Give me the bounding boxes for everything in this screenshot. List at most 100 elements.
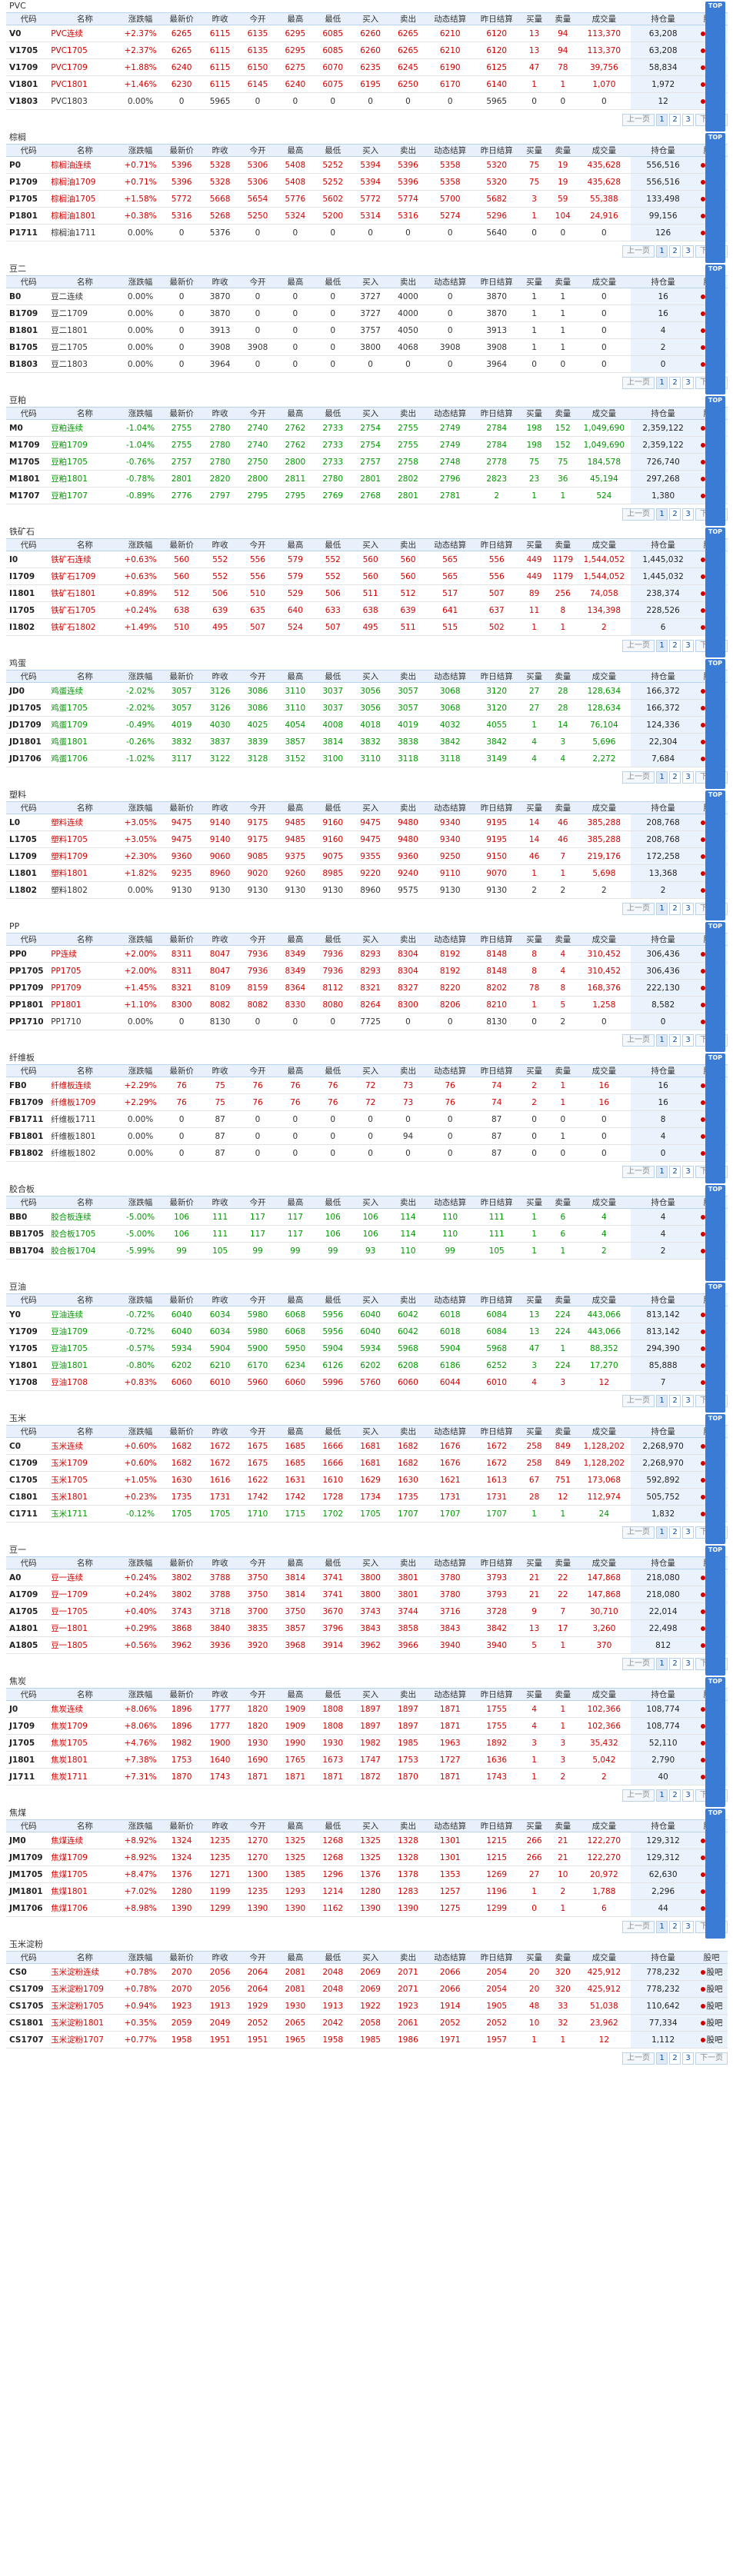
contract-name-link[interactable]: 豆一1805 (51, 1636, 119, 1654)
page-3-button[interactable]: 3 (682, 640, 694, 652)
prev-page-button[interactable]: 上一页 (622, 2052, 655, 2065)
table-row[interactable]: FB1709 纤维板1709 +2.29% 76 75 76 76 76 72 73 76 74 2 1 1… (6, 1093, 728, 1111)
back-to-top-button[interactable]: TOP (705, 1677, 725, 1807)
contract-code[interactable]: CS0 (6, 1963, 52, 1981)
contract-code[interactable]: JD1706 (6, 750, 52, 767)
contract-code[interactable]: B1803 (6, 355, 52, 373)
contract-code[interactable]: J0 (6, 1700, 52, 1718)
table-row[interactable]: JD1801 鸡蛋1801 -0.26% 3832 3837 3839 3857 3814 38… (6, 733, 728, 751)
page-2-button[interactable]: 2 (669, 1526, 681, 1539)
table-row[interactable]: C1711 玉米1711 -0.12% 1705 1705 1710 1715 1702 170… (6, 1505, 728, 1523)
contract-name-link[interactable]: 棕榈油1801 (51, 207, 119, 225)
contract-code[interactable]: B0 (6, 288, 52, 305)
prev-page-button[interactable]: 上一页 (622, 1658, 655, 1670)
table-row[interactable]: PP1710PP17100.00%0813000077250081300200股… (6, 1013, 728, 1030)
contract-name-link[interactable]: PVC连续 (51, 25, 119, 42)
prev-page-button[interactable]: 上一页 (622, 377, 655, 389)
page-3-button[interactable]: 3 (682, 903, 694, 915)
contract-code[interactable]: I0 (6, 551, 52, 568)
contract-code[interactable]: L1705 (6, 830, 52, 848)
contract-code[interactable]: FB0 (6, 1077, 52, 1094)
page-2-button[interactable]: 2 (669, 771, 681, 784)
contract-code[interactable]: P1801 (6, 207, 52, 225)
table-row[interactable]: P1705 棕榈油1705 +1.58% 5772 5668 5654 5776 5602 57… (6, 190, 728, 208)
contract-name-link[interactable]: 焦煤1706 (51, 1899, 119, 1917)
contract-code[interactable]: CS1709 (6, 1980, 52, 1998)
page-3-button[interactable]: 3 (682, 1789, 694, 1802)
contract-name-link[interactable]: 纤维板1801 (51, 1127, 119, 1145)
table-row[interactable]: JD1709 鸡蛋1709 -0.49% 4019 4030 4025 4054 4008 40… (6, 716, 728, 734)
table-row[interactable]: J1709 焦炭1709 +8.06% 1896 1777 1820 1909 1808 189… (6, 1717, 728, 1735)
table-row[interactable]: I1705 铁矿石1705 +0.24% 638 639 635 640 633 638 639 6… (6, 601, 728, 619)
contract-name-link[interactable]: 铁矿石1801 (51, 584, 119, 602)
contract-code[interactable]: J1709 (6, 1717, 52, 1735)
contract-name-link[interactable]: 豆一连续 (51, 1569, 119, 1586)
table-row[interactable]: CS1705 玉米淀粉1705 +0.94% 1923 1913 1929 1930 1913… (6, 1997, 728, 2015)
page-2-button[interactable]: 2 (669, 1034, 681, 1047)
contract-code[interactable]: JD1705 (6, 699, 52, 717)
table-row[interactable]: CS1707 玉米淀粉1707 +0.77% 1958 1951 1951 1965 1958… (6, 2031, 728, 2048)
guba-link[interactable]: 股吧 (695, 1980, 728, 1998)
contract-code[interactable]: JM0 (6, 1832, 52, 1849)
table-row[interactable]: A1709 豆一1709 +0.24% 3802 3788 3750 3814 3741 380… (6, 1586, 728, 1603)
table-row[interactable]: Y1705 豆油1705 -0.57% 5934 5904 5900 5950 5904 593… (6, 1340, 728, 1357)
prev-page-button[interactable]: 上一页 (622, 1526, 655, 1539)
page-1-button[interactable]: 1 (656, 1034, 668, 1047)
table-row[interactable]: A1805 豆一1805 +0.56% 3962 3936 3920 3968 3914 396… (6, 1636, 728, 1654)
contract-code[interactable]: JD1801 (6, 733, 52, 751)
contract-code[interactable]: A1709 (6, 1586, 52, 1603)
guba-link[interactable]: 股吧 (695, 2014, 728, 2032)
contract-name-link[interactable]: 棕榈油1711 (51, 224, 119, 241)
contract-name-link[interactable]: PP1710 (51, 1013, 119, 1030)
page-1-button[interactable]: 1 (656, 640, 668, 652)
prev-page-button[interactable]: 上一页 (622, 640, 655, 652)
table-row[interactable]: V1803PVC18030.00%05965000000596500012股吧 (6, 92, 728, 110)
contract-name-link[interactable]: 焦炭1801 (51, 1751, 119, 1769)
prev-page-button[interactable]: 上一页 (622, 771, 655, 784)
table-row[interactable]: J1801 焦炭1801 +7.38% 1753 1640 1690 1765 1673 174… (6, 1751, 728, 1769)
contract-name-link[interactable]: 玉米1711 (51, 1505, 119, 1523)
contract-name-link[interactable]: 棕榈油1705 (51, 190, 119, 208)
contract-code[interactable]: Y1705 (6, 1340, 52, 1357)
contract-name-link[interactable]: 玉米淀粉1707 (51, 2031, 119, 2048)
table-row[interactable]: FB0纤维板连续+2.29%767576767672737674211616股吧 (6, 1077, 728, 1094)
contract-name-link[interactable]: 豆油连续 (51, 1306, 119, 1323)
table-row[interactable]: B1803豆二18030.00%0396400000039640000股吧 (6, 355, 728, 373)
contract-code[interactable]: M0 (6, 419, 52, 437)
table-row[interactable]: BB1705 胶合板1705 -5.00% 106 111 117 117 106 106 114… (6, 1225, 728, 1243)
contract-code[interactable]: C1709 (6, 1454, 52, 1472)
page-1-button[interactable]: 1 (656, 1526, 668, 1539)
contract-name-link[interactable]: 焦煤1801 (51, 1882, 119, 1900)
contract-name-link[interactable]: 豆二1801 (51, 321, 119, 339)
table-row[interactable]: JM1705 焦煤1705 +8.47% 1376 1271 1300 1385 1296 13… (6, 1865, 728, 1883)
back-to-top-button[interactable]: TOP (705, 528, 725, 657)
contract-name-link[interactable]: PP1801 (51, 996, 119, 1013)
contract-name-link[interactable]: 豆粕1801 (51, 470, 119, 488)
table-row[interactable]: PP1709 PP1709 +1.45% 8321 8109 8159 8364 8112 83… (6, 979, 728, 997)
contract-code[interactable]: V1801 (6, 75, 52, 93)
page-1-button[interactable]: 1 (656, 771, 668, 784)
prev-page-button[interactable]: 上一页 (622, 1395, 655, 1407)
contract-code[interactable]: C1801 (6, 1488, 52, 1506)
contract-name-link[interactable]: 鸡蛋1801 (51, 733, 119, 751)
table-row[interactable]: JM1801 焦煤1801 +7.02% 1280 1199 1235 1293 1214 12… (6, 1882, 728, 1900)
contract-name-link[interactable]: 塑料连续 (51, 814, 119, 831)
contract-code[interactable]: JM1706 (6, 1899, 52, 1917)
table-row[interactable]: M1705 豆粕1705 -0.76% 2757 2780 2750 2800 2733 275… (6, 453, 728, 471)
contract-code[interactable]: FB1802 (6, 1144, 52, 1162)
page-1-button[interactable]: 1 (656, 1658, 668, 1670)
contract-code[interactable]: J1711 (6, 1768, 52, 1786)
page-3-button[interactable]: 3 (682, 508, 694, 521)
back-to-top-button[interactable]: TOP (705, 922, 725, 1052)
contract-code[interactable]: FB1709 (6, 1093, 52, 1111)
contract-name-link[interactable]: 胶合板1705 (51, 1225, 119, 1243)
page-1-button[interactable]: 1 (656, 1921, 668, 1933)
contract-name-link[interactable]: 豆二1803 (51, 355, 119, 373)
contract-code[interactable]: JM1709 (6, 1849, 52, 1866)
table-row[interactable]: L1709 塑料1709 +2.30% 9360 9060 9085 9375 9075 935… (6, 847, 728, 865)
page-3-button[interactable]: 3 (682, 1034, 694, 1047)
contract-code[interactable]: Y1708 (6, 1373, 52, 1391)
table-row[interactable]: I1709 铁矿石1709 +0.63% 560 552 556 579 552 560 560 5… (6, 567, 728, 585)
back-to-top-button[interactable]: TOP (705, 1809, 725, 1939)
table-row[interactable]: JM0 焦煤连续 +8.92% 1324 1235 1270 1325 1268 1325 132… (6, 1832, 728, 1849)
